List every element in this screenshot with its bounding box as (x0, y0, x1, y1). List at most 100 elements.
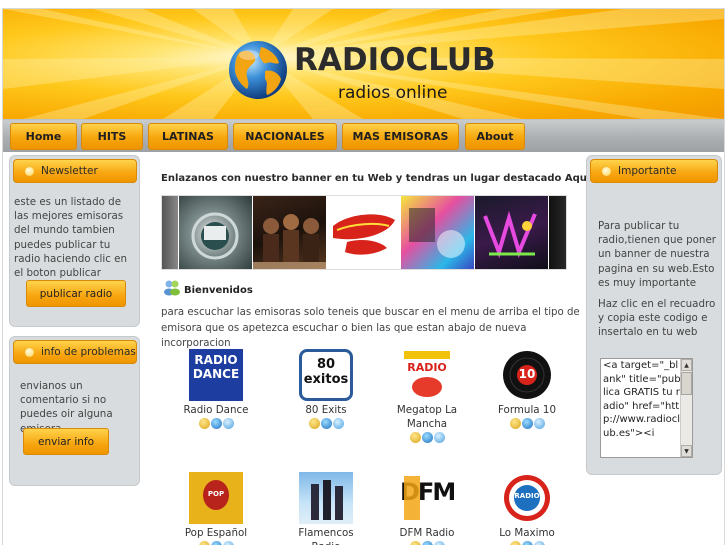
quicktime-icon[interactable] (433, 432, 445, 443)
banner-band-icon (253, 214, 326, 269)
banner-code-text: <a target="_blank" title="publica GRATIS… (603, 360, 681, 439)
site-title: RADIOCLUB (294, 42, 496, 78)
realplayer-icon[interactable] (320, 418, 332, 429)
banner-tile[interactable] (475, 196, 548, 269)
realplayer-icon[interactable] (421, 541, 433, 545)
nav-about[interactable]: About (465, 123, 525, 150)
realplayer-icon[interactable] (210, 541, 222, 545)
winamp-icon[interactable] (409, 432, 421, 443)
radio-logo-image[interactable]: RADIO (500, 472, 554, 524)
player-links (387, 432, 467, 443)
radio-logo-image[interactable]: POP ESPAÑOL (189, 472, 243, 524)
player-links (487, 541, 567, 545)
radio-logo-image[interactable]: DFM (400, 472, 454, 524)
bullet-icon (602, 166, 611, 176)
logo-disc (412, 377, 442, 397)
newsletter-text: este es un listado de las mejores emisor… (14, 196, 128, 280)
dancers-icon (311, 480, 343, 520)
radio-logo-text: RADIO (407, 361, 447, 374)
radio-card[interactable]: Flamencos Radio (286, 472, 366, 545)
radio-name[interactable]: Lo Maximo (487, 526, 567, 540)
winamp-icon[interactable] (509, 541, 521, 545)
winamp-icon[interactable] (409, 541, 421, 545)
quicktime-icon[interactable] (533, 418, 545, 429)
player-links (387, 541, 467, 545)
radio-card[interactable]: POP ESPAÑOL Pop Español (176, 472, 256, 545)
importante-heading: Importante (590, 159, 718, 183)
banner-colors-icon (409, 208, 465, 258)
radio-logo-image[interactable]: 80 exitos (299, 349, 353, 401)
scroll-up-icon[interactable]: ▲ (681, 359, 692, 371)
nav-home[interactable]: Home (10, 123, 77, 150)
radio-card[interactable]: 10 Formula 10 (487, 349, 567, 429)
banner-grupera-icon (333, 214, 395, 255)
player-links (487, 418, 567, 429)
enviar-info-button[interactable]: enviar info (23, 428, 109, 455)
radio-name[interactable]: Pop Español (176, 526, 256, 540)
banner-tile[interactable] (162, 196, 178, 269)
banner-logo-icon (191, 212, 239, 260)
main-navigation: Home HITS LATINAS NACIONALES MAS EMISORA… (3, 119, 724, 152)
banner-tile[interactable] (401, 196, 474, 269)
radio-logo-text: 80 exitos (303, 357, 349, 387)
nav-nacionales[interactable]: NACIONALES (233, 123, 337, 150)
player-links (176, 541, 256, 545)
page-frame: RADIOCLUB radios online Home HITS LATINA… (2, 8, 725, 545)
radio-logo-image[interactable]: RADIO (400, 349, 454, 401)
quicktime-icon[interactable] (533, 541, 545, 545)
radio-card[interactable]: DFM DFM Radio (387, 472, 467, 545)
radio-name[interactable]: Flamencos Radio (286, 526, 366, 545)
importante-heading-label: Importante (618, 165, 677, 177)
radio-name[interactable]: Formula 10 (487, 403, 567, 417)
nav-latinas[interactable]: LATINAS (148, 123, 228, 150)
realplayer-icon[interactable] (521, 541, 533, 545)
banner-tile[interactable] (179, 196, 252, 269)
quicktime-icon[interactable] (433, 541, 445, 545)
banner-tile[interactable] (253, 196, 326, 269)
importante-paragraph-2: Haz clic en el recuadro y copia este cod… (598, 298, 716, 339)
nav-mas-emisoras[interactable]: MAS EMISORAS (342, 123, 459, 150)
bullet-icon (25, 347, 34, 357)
featured-banner-strip[interactable] (161, 195, 567, 270)
problems-heading-label: info de problemas (41, 346, 136, 358)
radio-name[interactable]: Megatop La Mancha (387, 403, 467, 431)
winamp-icon[interactable] (198, 541, 210, 545)
radio-card[interactable]: RADIO Lo Maximo (487, 472, 567, 545)
logo-stripe (404, 351, 450, 359)
radio-logo-text: 10 (518, 367, 536, 381)
winamp-icon[interactable] (509, 418, 521, 429)
nav-hits[interactable]: HITS (81, 123, 143, 150)
radio-logo-image[interactable]: RADIO DANCE (189, 349, 243, 401)
banner-code-textarea[interactable]: <a target="_blank" title="publica GRATIS… (600, 358, 693, 458)
radio-name[interactable]: DFM Radio (387, 526, 467, 540)
scroll-thumb[interactable] (681, 372, 692, 395)
newsletter-panel: Newsletter este es un listado de las mej… (9, 155, 140, 327)
publicar-radio-button[interactable]: publicar radio (26, 280, 126, 307)
realplayer-icon[interactable] (210, 418, 222, 429)
realplayer-icon[interactable] (421, 432, 433, 443)
winamp-icon[interactable] (308, 418, 320, 429)
banner-tile[interactable] (327, 196, 400, 269)
radio-logo-image[interactable]: 10 (500, 349, 554, 401)
quicktime-icon[interactable] (222, 541, 234, 545)
quicktime-icon[interactable] (222, 418, 234, 429)
winamp-icon[interactable] (198, 418, 210, 429)
quicktime-icon[interactable] (332, 418, 344, 429)
radio-name[interactable]: 80 Exits (286, 403, 366, 417)
radio-card[interactable]: RADIO Megatop La Mancha (387, 349, 467, 443)
radio-logo-text: RADIO (514, 492, 540, 500)
radio-logo-text: POP ESPAÑOL (207, 490, 225, 498)
radio-name[interactable]: Radio Dance (176, 403, 256, 417)
radio-card[interactable]: RADIO DANCE Radio Dance (176, 349, 256, 429)
banner-promo-text: Enlazanos con nuestro banner en tu Web y… (161, 173, 591, 184)
radio-card[interactable]: 80 exitos 80 Exits (286, 349, 366, 429)
realplayer-icon[interactable] (521, 418, 533, 429)
problems-heading: info de problemas (13, 340, 137, 364)
scroll-down-icon[interactable]: ▼ (681, 445, 692, 457)
banner-tile[interactable] (549, 196, 566, 269)
globe-logo-icon (229, 41, 287, 99)
welcome-heading: Bienvenidos (184, 285, 253, 296)
code-scrollbar[interactable]: ▲ ▼ (680, 359, 692, 457)
radio-logo-image[interactable] (299, 472, 353, 524)
radio-logo-text: RADIO DANCE (192, 353, 240, 381)
